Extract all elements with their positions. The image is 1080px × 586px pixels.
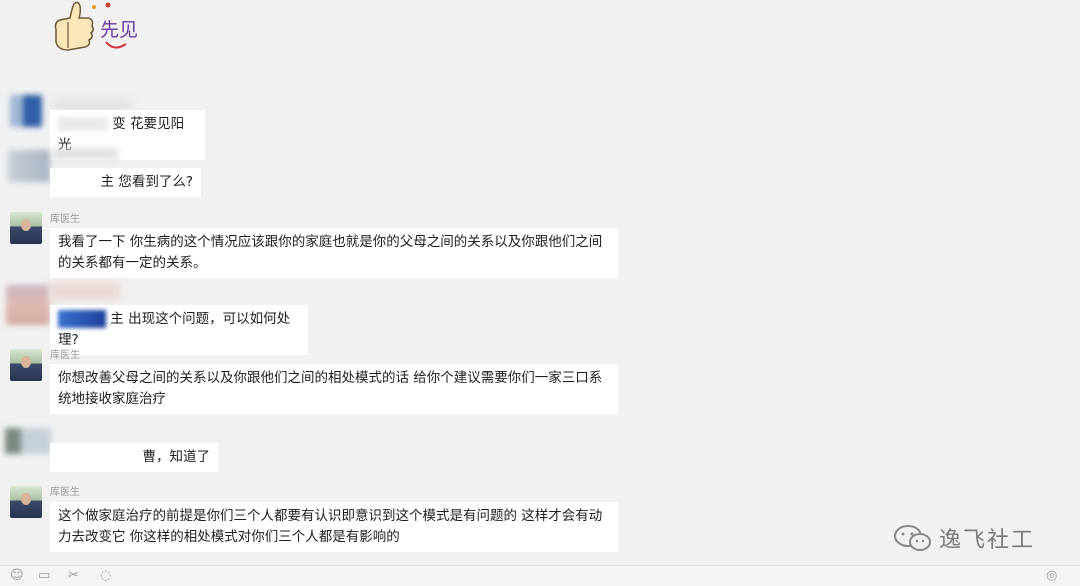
message-text: 这个做家庭治疗的前提是你们三个人都要有认识即意识到这个模式是有问题的 这样才会有…	[58, 508, 603, 545]
watermark: 逸飞社工	[893, 522, 1053, 554]
redacted-name	[52, 100, 132, 110]
sender-name: 库医生	[50, 487, 80, 498]
folder-icon[interactable]: ▭	[38, 568, 50, 583]
message-text: 你想改善父母之间的关系以及你跟他们之间的相处模式的话 给你个建议需要你们一家三口…	[58, 370, 603, 407]
avatar[interactable]	[10, 95, 42, 127]
message-text: 主 您看到了么?	[100, 174, 193, 190]
message-bubble[interactable]: 你想改善父母之间的关系以及你跟他们之间的相处模式的话 给你个建议需要你们一家三口…	[50, 364, 618, 414]
thumbs-up-icon: 先见	[54, 1, 138, 51]
emoji-icon[interactable]: ☺	[10, 568, 24, 583]
scissors-icon[interactable]: ✂	[68, 568, 79, 583]
message-text: 曹，知道了	[142, 449, 211, 465]
message-bubble[interactable]: 曹，知道了	[50, 443, 218, 472]
redacted-mention	[58, 117, 108, 131]
redacted-mention	[58, 310, 106, 328]
chat-history: 先见 变 花要见阳光 主 您看到了么? 库医生 我看了一下 你生病的这个情况应该…	[0, 0, 1080, 565]
avatar-doctor[interactable]	[10, 212, 42, 244]
input-toolbar: ☺ ▭ ✂ ◌ ◎	[0, 565, 1080, 586]
avatar-doctor[interactable]	[10, 349, 42, 381]
avatar[interactable]	[6, 285, 50, 325]
wechat-icon	[894, 525, 931, 551]
avatar-doctor[interactable]	[10, 486, 42, 518]
thumbs-up-sticker: 先见	[48, 0, 143, 62]
chat-icon[interactable]: ◌	[100, 568, 111, 583]
redacted-name	[50, 282, 120, 300]
avatar[interactable]	[8, 150, 50, 182]
message-bubble[interactable]: 这个做家庭治疗的前提是你们三个人都要有认识即意识到这个模式是有问题的 这样才会有…	[50, 502, 618, 552]
message-bubble[interactable]: 主 您看到了么?	[50, 168, 201, 197]
voice-icon[interactable]: ◎	[1046, 568, 1057, 583]
sender-name: 库医生	[50, 214, 80, 225]
message-text: 我看了一下 你生病的这个情况应该跟你的家庭也就是你的父母之间的关系以及你跟他们之…	[58, 234, 603, 271]
watermark-text: 逸飞社工	[939, 528, 1036, 553]
message-bubble[interactable]: 主 出现这个问题，可以如何处理?	[50, 305, 308, 355]
message-bubble[interactable]: 我看了一下 你生病的这个情况应该跟你的家庭也就是你的父母之间的关系以及你跟他们之…	[50, 228, 618, 278]
sticker-text: 先见	[100, 19, 138, 41]
sender-name: 库医生	[50, 350, 80, 361]
avatar[interactable]	[5, 428, 51, 454]
redacted-name	[52, 149, 118, 159]
